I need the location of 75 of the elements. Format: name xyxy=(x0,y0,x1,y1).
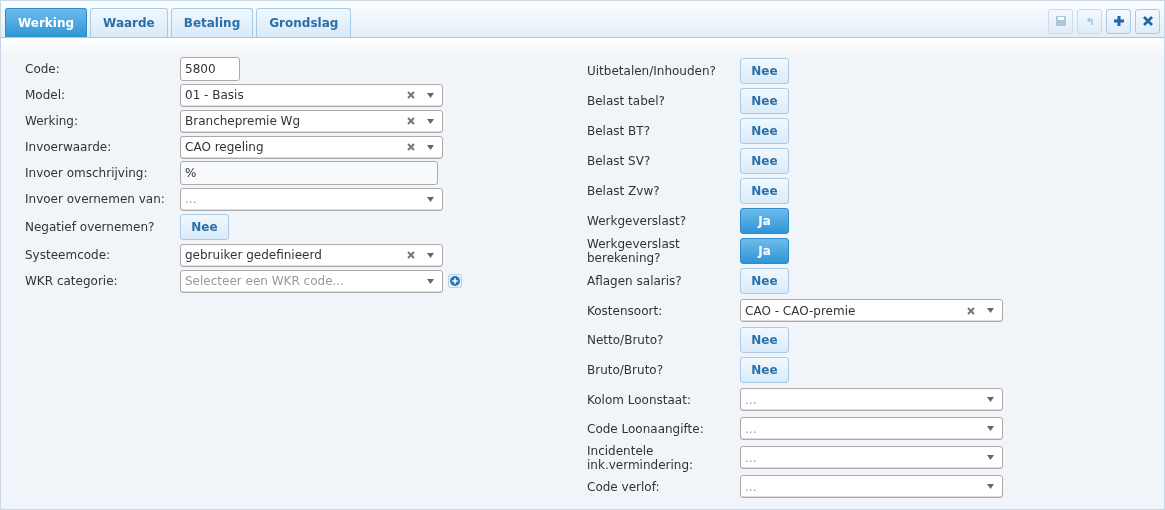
select-field[interactable]: ... xyxy=(740,446,1003,469)
field-label: Code verlof: xyxy=(587,479,661,494)
toggle-button[interactable]: Nee xyxy=(740,148,789,174)
select-field[interactable]: 01 - Basis xyxy=(180,83,443,107)
toggle-button[interactable]: Nee xyxy=(740,268,789,294)
toggle-button[interactable]: Ja xyxy=(740,208,789,234)
field-label: Invoer overnemen van: xyxy=(25,192,166,206)
field-label: Code Loonaangifte: xyxy=(587,421,705,436)
clear-icon[interactable] xyxy=(407,117,415,125)
select-field[interactable]: CAO - CAO-premie xyxy=(740,299,1003,322)
field-label: Code: xyxy=(25,62,61,76)
select-field[interactable]: gebruiker gedefinieerd xyxy=(180,243,443,267)
select-field[interactable]: Branchepremie Wg xyxy=(180,109,443,133)
select-field[interactable]: ... xyxy=(180,187,443,211)
tab[interactable]: Waarde xyxy=(90,8,168,37)
field-label: Werkgeverslast berekening? xyxy=(587,237,681,265)
toggle-button[interactable]: Nee xyxy=(740,327,789,353)
caret-icon xyxy=(987,484,994,489)
select-field[interactable]: CAO regeling xyxy=(180,135,443,159)
plus-icon xyxy=(1113,16,1124,26)
caret-icon xyxy=(987,426,994,431)
close-button[interactable] xyxy=(1135,8,1160,34)
caret-icon xyxy=(427,252,434,258)
tab[interactable]: Grondslag xyxy=(256,8,352,37)
save-icon xyxy=(1055,16,1066,26)
field-label: Werkgeverslast? xyxy=(587,214,688,228)
field-label: Werking: xyxy=(25,114,80,128)
clear-icon[interactable] xyxy=(407,143,415,151)
caret-icon xyxy=(987,455,994,460)
add-icon[interactable] xyxy=(448,274,462,288)
clear-icon[interactable] xyxy=(967,306,975,315)
field-label: Aflagen salaris? xyxy=(587,274,683,288)
field-label: Kolom Loonstaat: xyxy=(587,392,692,407)
field-label: Uitbetalen/Inhouden? xyxy=(587,64,717,78)
field-label: Incidentele ink.vermindering: xyxy=(587,443,695,472)
select-field[interactable]: ... xyxy=(740,388,1003,411)
field-label: Belast Zvw? xyxy=(587,184,661,198)
tab[interactable]: Betaling xyxy=(170,8,254,37)
text-field[interactable]: 5800 xyxy=(180,57,240,81)
field-label: Kostensoort: xyxy=(587,303,664,318)
toggle-button[interactable]: Nee xyxy=(740,88,789,114)
undo-icon xyxy=(1084,16,1095,26)
select-field[interactable]: ... xyxy=(740,475,1003,498)
field-label: WKR categorie: xyxy=(25,274,119,288)
caret-icon xyxy=(427,144,434,150)
select-field[interactable]: ... xyxy=(740,417,1003,440)
field-label: Invoer omschrijving: xyxy=(25,166,149,180)
caret-icon xyxy=(427,196,434,202)
text-field[interactable]: % xyxy=(180,161,438,185)
toggle-button[interactable]: Nee xyxy=(740,357,789,383)
toggle-button[interactable]: Nee xyxy=(740,118,789,144)
select-field[interactable]: Selecteer een WKR code... xyxy=(180,269,443,293)
field-label: Model: xyxy=(25,88,67,102)
toggle-button[interactable]: Nee xyxy=(180,214,229,240)
caret-icon xyxy=(427,118,434,124)
field-label: Belast SV? xyxy=(587,154,652,168)
add-button[interactable] xyxy=(1106,8,1131,34)
field-label: Belast BT? xyxy=(587,124,651,138)
clear-icon[interactable] xyxy=(407,91,415,99)
toggle-button[interactable]: Nee xyxy=(740,58,789,84)
tab[interactable]: Werking xyxy=(5,8,88,37)
close-icon xyxy=(1142,16,1153,26)
field-label: Bruto/Bruto? xyxy=(587,363,665,377)
clear-icon[interactable] xyxy=(407,251,415,259)
field-label: Negatief overnemen? xyxy=(25,220,156,234)
field-label: Belast tabel? xyxy=(587,94,666,108)
caret-icon xyxy=(427,92,434,98)
field-label: Netto/Bruto? xyxy=(587,333,665,347)
toggle-button[interactable]: Nee xyxy=(740,178,789,204)
caret-icon xyxy=(987,397,994,402)
toggle-button[interactable]: Ja xyxy=(740,238,789,264)
caret-icon xyxy=(987,308,994,313)
caret-icon xyxy=(427,278,434,284)
field-label: Systeemcode: xyxy=(25,248,112,262)
field-label: Invoerwaarde: xyxy=(25,140,113,154)
